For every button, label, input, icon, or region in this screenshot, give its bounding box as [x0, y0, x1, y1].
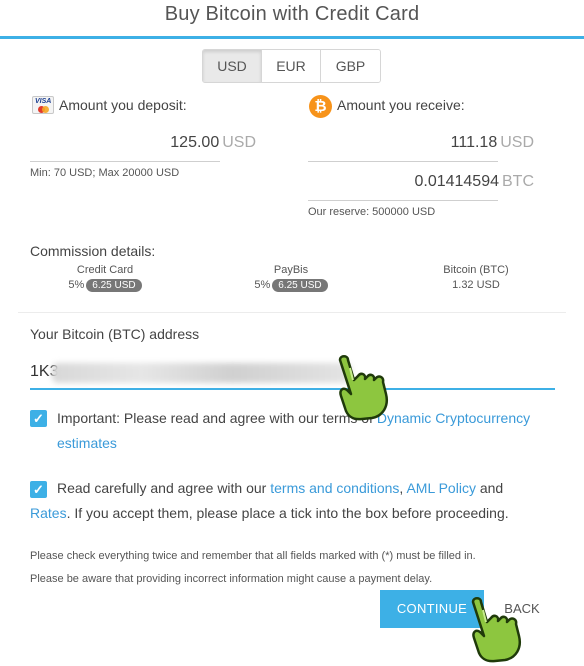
agreement-and: and [479, 480, 504, 496]
commission-percent: 5% [68, 279, 85, 291]
agreement-terms-prefix: Read carefully and agree with our [57, 480, 267, 496]
address-redaction [52, 363, 352, 383]
currency-tabs: USD EUR GBP [202, 49, 381, 83]
commission-fee-badge: 6.25 USD [272, 279, 328, 292]
bitcoin-icon: ₿ [309, 95, 332, 118]
note-check-fields: Please check everything twice and rememb… [30, 550, 476, 562]
commission-fee-badge: 6.25 USD [86, 279, 142, 292]
agreement-estimates-text: Important: Please read and agree with ou… [57, 406, 557, 456]
commission-bitcoin: Bitcoin (BTC) 1.32 USD [401, 264, 551, 291]
agreement-terms-text-line2: Rates. If you accept them, please place … [30, 501, 560, 526]
agreement-terms-text: Read carefully and agree with our terms … [57, 476, 557, 501]
commission-name: Bitcoin (BTC) [443, 264, 509, 276]
deposit-limits: Min: 70 USD; Max 20000 USD [30, 167, 180, 179]
receive-btc-unit: BTC [502, 173, 534, 190]
title-divider [0, 36, 584, 39]
note-payment-delay: Please be aware that providing incorrect… [30, 573, 433, 585]
commission-paybis: PayBis 5% 6.25 USD [216, 264, 366, 292]
aml-policy-link[interactable]: AML Policy [406, 480, 476, 496]
commission-name: PayBis [273, 264, 309, 276]
commission-name: Credit Card [76, 264, 134, 276]
deposit-divider [30, 161, 220, 162]
credit-card-icon: VISA [32, 96, 54, 114]
receive-usd-amount: 111.18 [450, 134, 498, 151]
receive-usd-unit: USD [500, 134, 534, 151]
deposit-amount-field[interactable]: 125.00 USD [30, 134, 256, 152]
tab-eur[interactable]: EUR [262, 50, 321, 82]
agreement-comma: , [399, 480, 404, 496]
agreement-estimates-checkbox[interactable]: ✓ [30, 410, 47, 427]
pointer-hand-icon [471, 597, 521, 663]
terms-link[interactable]: terms and conditions [270, 480, 399, 496]
receive-btc-amount: 0.01414594 [414, 173, 499, 190]
receive-usd-field[interactable]: 111.18 USD [308, 134, 534, 152]
rates-link[interactable]: Rates [30, 505, 67, 521]
pointer-hand-icon [338, 355, 388, 421]
receive-btc-field[interactable]: 0.01414594 BTC [308, 173, 534, 191]
deposit-unit: USD [222, 134, 256, 151]
agreement-terms-suffix: . If you accept them, please place a tic… [66, 505, 509, 521]
commission-credit-card: Credit Card 5% 6.25 USD [30, 264, 180, 292]
tab-gbp[interactable]: GBP [321, 50, 380, 82]
receive-label: Amount you receive: [337, 97, 465, 113]
address-label: Your Bitcoin (BTC) address [30, 326, 200, 342]
receive-usd-divider [308, 161, 498, 162]
commission-percent: 5% [254, 279, 271, 291]
commission-title: Commission details: [30, 243, 156, 259]
section-divider [18, 312, 566, 313]
agreement-terms-checkbox[interactable]: ✓ [30, 481, 47, 498]
commission-fee: 1.32 USD [452, 279, 500, 291]
deposit-amount: 125.00 [170, 134, 220, 151]
reserve-text: Our reserve: 500000 USD [308, 206, 436, 218]
tab-usd[interactable]: USD [203, 50, 262, 82]
deposit-label: Amount you deposit: [59, 97, 187, 113]
receive-btc-divider [308, 200, 498, 201]
agreement-estimates-label: Important: Please read and agree with ou… [57, 410, 373, 426]
page-title: Buy Bitcoin with Credit Card [164, 3, 420, 25]
